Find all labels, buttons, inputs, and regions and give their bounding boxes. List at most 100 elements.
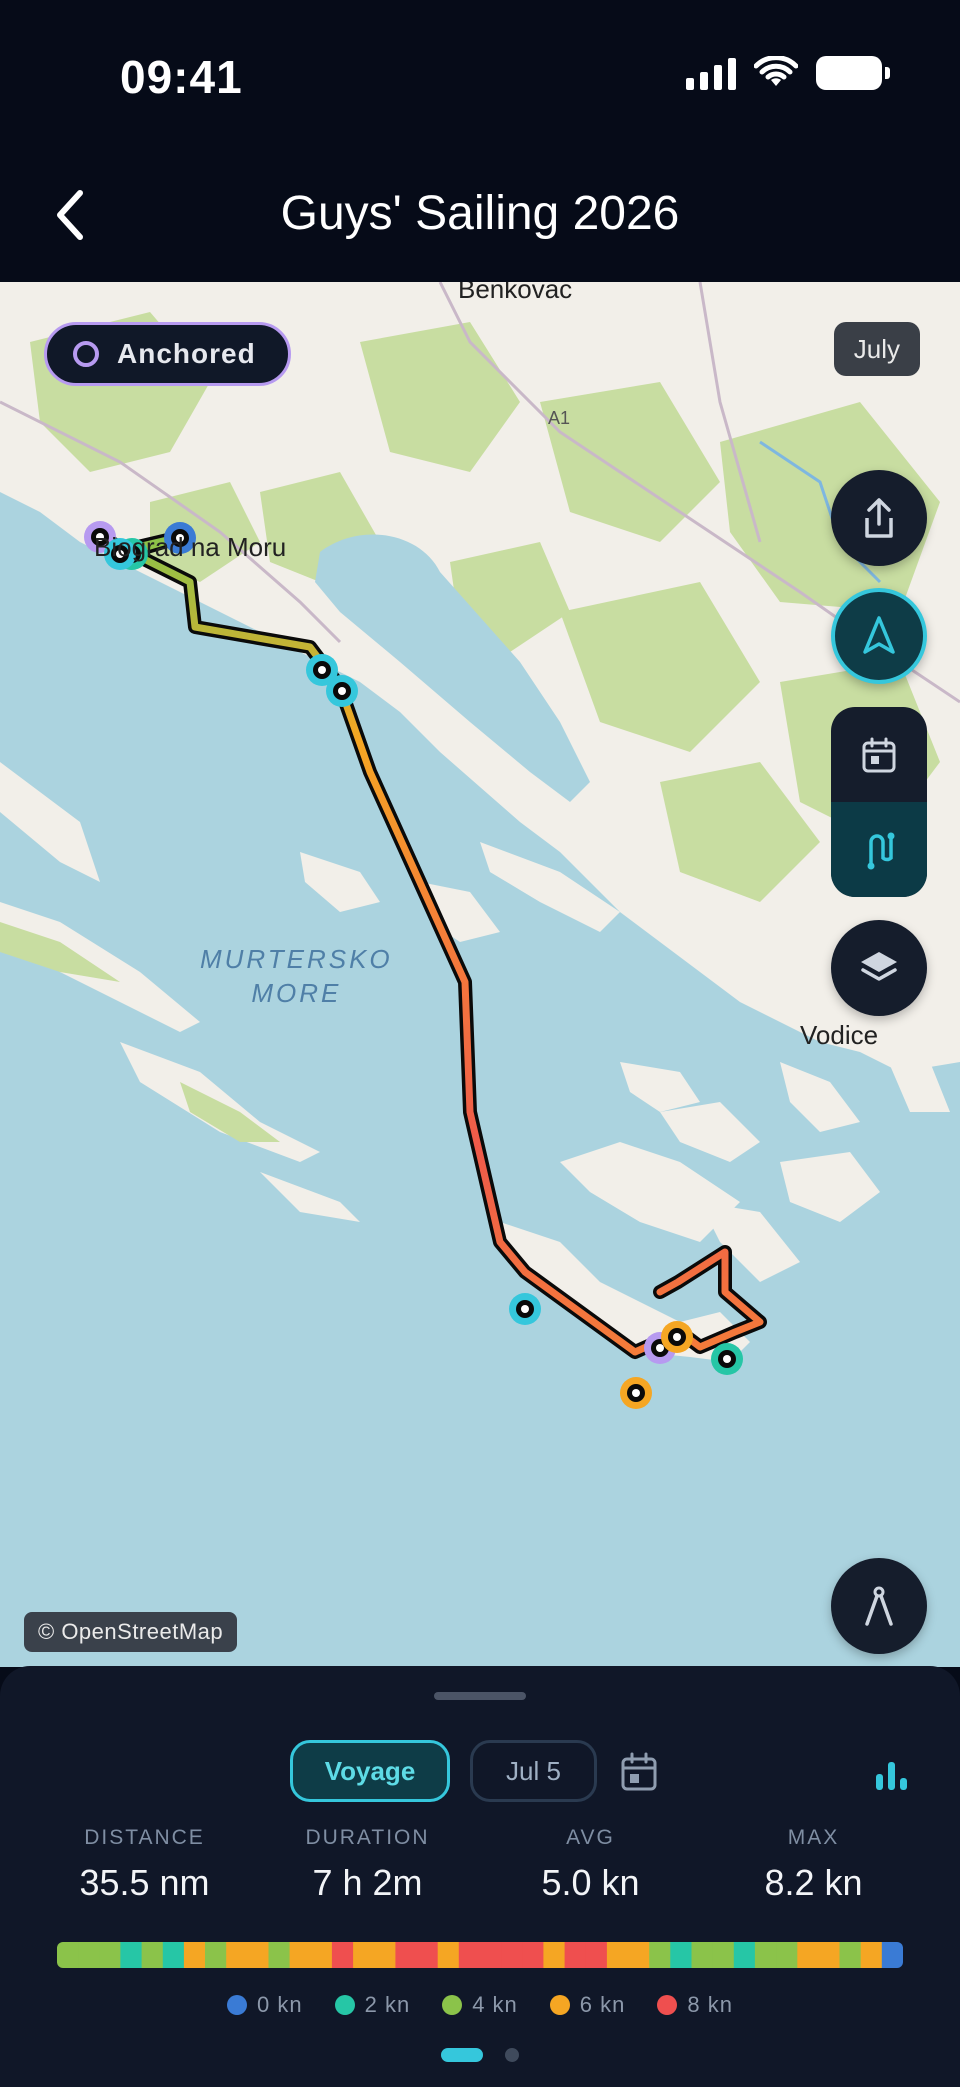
legend-label: 8 kn: [687, 1992, 733, 2017]
stat-value: 35.5 nm: [79, 1862, 210, 1903]
map-canvas[interactable]: [0, 282, 960, 1667]
stat-max: MAX 8.2 kn: [702, 1826, 925, 1904]
stop-marker[interactable]: [509, 1293, 541, 1325]
anchor-status-icon: [73, 341, 99, 367]
navigate-button[interactable]: [831, 588, 927, 684]
speed-segment: [416, 1942, 439, 1968]
speed-segment: [437, 1942, 460, 1968]
speed-segment: [205, 1942, 227, 1968]
map-label-sea: MURTERSKO MORE: [200, 942, 393, 1010]
speed-segment: [628, 1942, 650, 1968]
legend-dot: [227, 1995, 248, 2015]
cellular-signal-icon: [686, 56, 736, 90]
legend-label: 4 kn: [472, 1992, 518, 2017]
speed-segment: [183, 1942, 206, 1968]
tab-voyage[interactable]: Voyage: [290, 1740, 450, 1802]
legend-dot: [442, 1995, 463, 2015]
compass-button[interactable]: [831, 1558, 927, 1654]
layers-icon: [861, 952, 897, 981]
share-icon: [865, 498, 893, 538]
stop-marker[interactable]: [326, 675, 358, 707]
stat-duration: DURATION 7 h 2m: [256, 1826, 479, 1904]
route-mode-button[interactable]: [831, 802, 927, 897]
status-bar: 09:41: [0, 0, 960, 150]
page-title: Guys' Sailing 2026: [280, 187, 680, 240]
navigate-icon: [863, 616, 895, 654]
legend-item: 2 kn: [334, 1992, 411, 2018]
legend-item: 4 kn: [442, 1992, 518, 2018]
anchored-status-pill[interactable]: Anchored: [44, 322, 291, 386]
speed-segment: [458, 1942, 481, 1968]
map-view[interactable]: Benkovac A1 Biograd na Moru Vodice MURTE…: [0, 282, 960, 1667]
speed-segment: [754, 1942, 777, 1968]
status-time: 09:41: [120, 51, 243, 103]
map-label-highway: A1: [548, 408, 571, 428]
map-label-town: Vodice: [800, 1020, 879, 1050]
speed-segment: [141, 1942, 164, 1968]
share-button[interactable]: [831, 470, 927, 566]
legend-dot: [549, 1995, 570, 2015]
map-attribution[interactable]: © OpenStreetMap: [24, 1612, 238, 1652]
speed-segment: [585, 1942, 608, 1968]
speed-segment: [162, 1942, 185, 1968]
calendar-icon: [621, 1752, 657, 1791]
speed-segment: [839, 1942, 862, 1968]
speed-segment: [881, 1942, 903, 1968]
calendar-mode-button[interactable]: [831, 707, 927, 802]
legend-label: 2 kn: [364, 1992, 411, 2017]
calendar-icon: [862, 737, 896, 772]
speed-segment: [374, 1942, 397, 1968]
speed-segment: [268, 1942, 291, 1968]
speed-timeline-bar[interactable]: [57, 1942, 903, 1968]
sheet-tabs: Voyage Jul 5: [0, 1740, 960, 1804]
speed-segment: [480, 1942, 502, 1968]
stop-marker[interactable]: [620, 1377, 652, 1409]
speed-segment: [797, 1942, 820, 1968]
sea-label-line: MORE: [251, 978, 342, 1008]
speed-segment: [120, 1942, 143, 1968]
route-icon: [867, 832, 895, 869]
legend-dot: [657, 1995, 678, 2015]
map-label-town: Benkovac: [458, 282, 573, 304]
page-dot[interactable]: [505, 2048, 519, 2062]
legend-label: 0 kn: [257, 1992, 303, 2017]
status-icons: [686, 56, 890, 90]
sheet-drag-handle[interactable]: [434, 1692, 526, 1700]
speed-segment: [776, 1942, 798, 1968]
legend-item: 6 kn: [549, 1992, 626, 2018]
tab-date[interactable]: Jul 5: [470, 1740, 597, 1802]
speed-segment: [78, 1942, 100, 1968]
stat-avg: AVG 5.0 kn: [479, 1826, 702, 1904]
date-picker-button[interactable]: [617, 1750, 661, 1794]
layers-button[interactable]: [831, 920, 927, 1016]
legend-item: 8 kn: [657, 1992, 733, 2018]
speed-segment: [712, 1942, 735, 1968]
speed-segment: [501, 1942, 523, 1968]
speed-segment: [543, 1942, 566, 1968]
view-mode-toggle: [831, 707, 927, 897]
speed-segment: [99, 1942, 122, 1968]
speed-segment: [57, 1942, 79, 1968]
stat-label: DISTANCE: [84, 1826, 205, 1849]
voyage-stats: DISTANCE 35.5 nm DURATION 7 h 2m AVG 5.0…: [0, 1826, 960, 1904]
speed-segment: [670, 1942, 693, 1968]
speed-segment: [331, 1942, 354, 1968]
stop-marker[interactable]: [661, 1321, 693, 1353]
speed-segment: [818, 1942, 841, 1968]
speed-segment: [860, 1942, 883, 1968]
voyage-sheet: Voyage Jul 5 DISTANCE 35.5 nm DURATION 7…: [0, 1666, 960, 2087]
stat-distance: DISTANCE 35.5 nm: [33, 1826, 256, 1904]
speed-segment: [247, 1942, 270, 1968]
chart-button[interactable]: [872, 1754, 912, 1794]
stat-value: 5.0 kn: [541, 1862, 640, 1903]
speed-segment: [353, 1942, 375, 1968]
page-dot-active[interactable]: [441, 2048, 483, 2062]
speed-timeline-strip: [57, 1942, 903, 1968]
stop-marker[interactable]: [711, 1343, 743, 1375]
stat-label: DURATION: [305, 1826, 430, 1849]
month-chip[interactable]: July: [833, 322, 920, 376]
wifi-icon: [754, 56, 798, 86]
legend-dot: [334, 1995, 355, 2015]
stat-label: MAX: [787, 1826, 840, 1849]
page-indicator[interactable]: [0, 2048, 960, 2062]
